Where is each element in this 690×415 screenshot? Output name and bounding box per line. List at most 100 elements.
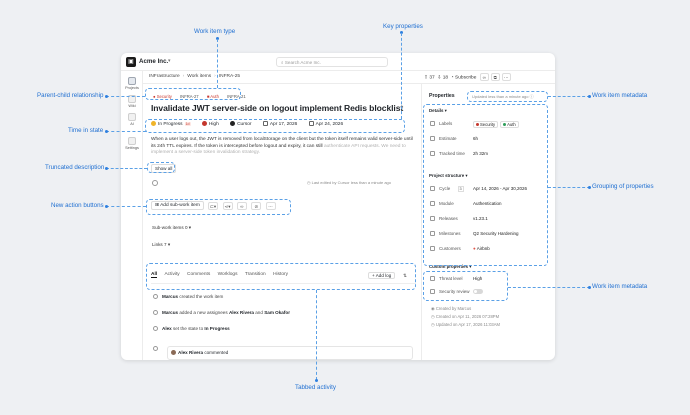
annotation-box — [147, 162, 175, 173]
annotation-connector — [548, 187, 590, 188]
emoji-reaction-icon[interactable] — [152, 180, 158, 186]
workspace-logo[interactable]: ▣ — [126, 57, 136, 67]
updated-on: ◷ Updated on Apr 17, 2026 11:03AM — [431, 322, 501, 327]
annotation-connector — [401, 33, 402, 119]
arrow-down-icon[interactable]: ⇩ — [437, 75, 441, 80]
annotation-new-action-buttons: New action buttons — [51, 202, 104, 209]
annotation-connector — [217, 39, 218, 88]
annotation-parent-child: Parent-child relationship — [37, 92, 104, 99]
nav-rail: Projects Wiki AI Settings — [121, 71, 143, 360]
bell-icon: ◔ — [450, 75, 454, 81]
annotation-tabbed-activity: Tabbed activity — [295, 384, 336, 391]
breadcrumb-work-items[interactable]: Work items — [187, 74, 211, 79]
annotation-connector — [508, 287, 590, 288]
created-by-text: Created by Marcus — [435, 306, 472, 311]
updated-on-text: Updated on Apr 17, 2026 11:03AM — [435, 322, 501, 327]
annotation-connector — [106, 131, 146, 132]
rail-item-projects[interactable]: Projects — [121, 77, 143, 90]
copy-icon[interactable]: ⧉ — [490, 73, 500, 81]
last-edited-text: Last edited by Cursor less than a minute… — [311, 180, 391, 185]
links-count: 7 — [164, 242, 167, 247]
link-icon[interactable]: ∞ — [479, 73, 489, 81]
arrow-up-icon[interactable]: ⇧ — [424, 75, 428, 80]
annotation-box — [146, 199, 291, 215]
annotation-dot — [588, 95, 591, 98]
search-placeholder: Search Acme Inc. — [284, 60, 321, 65]
top-bar: ▣ Acme Inc. ▾ ⌕ Search Acme Inc. — [121, 53, 555, 71]
workspace-name[interactable]: Acme Inc. — [139, 58, 168, 65]
gear-icon — [128, 137, 136, 145]
annotation-dot — [105, 130, 108, 133]
links-section[interactable]: Links 7 ▾ — [152, 242, 170, 248]
activity-and: and — [255, 310, 263, 315]
rail-label: AI — [130, 122, 134, 126]
more-icon[interactable]: ⋯ — [501, 73, 511, 81]
comment-bubble-icon — [153, 346, 158, 352]
search-input[interactable]: ⌕ Search Acme Inc. — [276, 57, 388, 67]
header-actions: ⇧ 37 ⇩ 18 ◔ Subscribe ∞ ⧉ ⋯ — [424, 73, 511, 81]
annotation-box — [467, 91, 548, 102]
rail-label: Settings — [125, 146, 139, 150]
annotation-work-item-metadata-bottom: Work item metadata — [592, 283, 648, 290]
activity-icon — [153, 326, 158, 332]
page-title[interactable]: Invalidate JWT server-side on logout imp… — [151, 103, 403, 113]
comment-text: commented — [204, 350, 229, 355]
last-edited: ◷ Last edited by Cursor less than a minu… — [307, 180, 391, 185]
rail-item-settings[interactable]: Settings — [121, 137, 143, 150]
activity-assignee: Sam Okafor — [264, 310, 290, 315]
annotation-dot — [588, 186, 591, 189]
annotation-dot — [105, 95, 108, 98]
ai-icon — [128, 113, 136, 121]
subscribe-button[interactable]: Subscribe — [455, 75, 476, 80]
breadcrumb-project[interactable]: INFrastructure — [149, 74, 180, 79]
activity-actor: Alex — [162, 326, 172, 331]
projects-icon — [128, 77, 136, 85]
activity-state: In Progress — [204, 326, 230, 331]
annotation-time-in-state: Time in state — [68, 127, 104, 134]
sub-items-label: Sub-work items — [152, 225, 184, 230]
annotation-connector — [106, 206, 146, 207]
sub-work-items-section[interactable]: Sub-work items 0 ▾ — [152, 225, 191, 231]
activity-text: created the work item — [179, 294, 224, 299]
annotation-box — [423, 271, 508, 301]
annotation-connector — [548, 96, 590, 97]
sub-items-count: 0 — [184, 225, 188, 230]
activity-actor: Marcus — [162, 310, 179, 315]
rail-label: Wiki — [128, 104, 136, 108]
activity-text: added a new assignees — [179, 310, 228, 315]
properties-header: Properties — [429, 93, 455, 99]
activity-icon — [153, 310, 158, 316]
annotation-box — [423, 104, 548, 266]
annotation-box — [145, 119, 405, 133]
rail-label: Projects — [125, 86, 139, 90]
up-count: 37 — [429, 75, 435, 81]
annotation-work-item-type: Work item type — [194, 28, 236, 35]
annotation-grouping: Grouping of properties — [592, 183, 654, 190]
chevron-down-icon[interactable]: ▾ — [168, 58, 171, 64]
created-on: ◷ Created on Apr 11, 2026 07:28PM — [431, 314, 500, 319]
activity-item: Marcus added a new assignees Alex Rivera… — [153, 310, 290, 316]
annotation-box — [146, 263, 416, 290]
avatar — [171, 350, 176, 356]
annotation-work-item-metadata-top: Work item metadata — [592, 92, 648, 99]
activity-assignee: Alex Rivera — [228, 310, 254, 315]
annotation-box — [145, 88, 241, 100]
created-on-text: Created on Apr 11, 2026 07:28PM — [435, 314, 500, 319]
created-by: ◉ Created by Marcus — [431, 306, 472, 311]
comment-icon — [153, 346, 162, 352]
activity-text: set the state to — [173, 326, 204, 331]
annotation-connector — [106, 168, 147, 169]
activity-item: Alex set the state to In Progress — [153, 326, 230, 332]
breadcrumb: INFrastructure › Work items › INFRA-25 — [149, 74, 241, 79]
rail-item-ai[interactable]: AI — [121, 113, 143, 126]
description[interactable]: When a user logs out, the JWT is removed… — [151, 137, 413, 157]
activity-actor: Marcus — [162, 294, 179, 299]
annotation-truncated-description: Truncated description — [45, 164, 105, 171]
comment-card[interactable]: Alex Rivera commented — [167, 346, 413, 360]
down-count: 18 — [442, 75, 449, 81]
annotation-dot — [105, 205, 108, 208]
annotation-connector — [316, 290, 317, 380]
annotation-connector — [106, 96, 145, 97]
annotation-key-properties: Key properties — [383, 23, 423, 30]
links-label: Links — [152, 242, 163, 247]
